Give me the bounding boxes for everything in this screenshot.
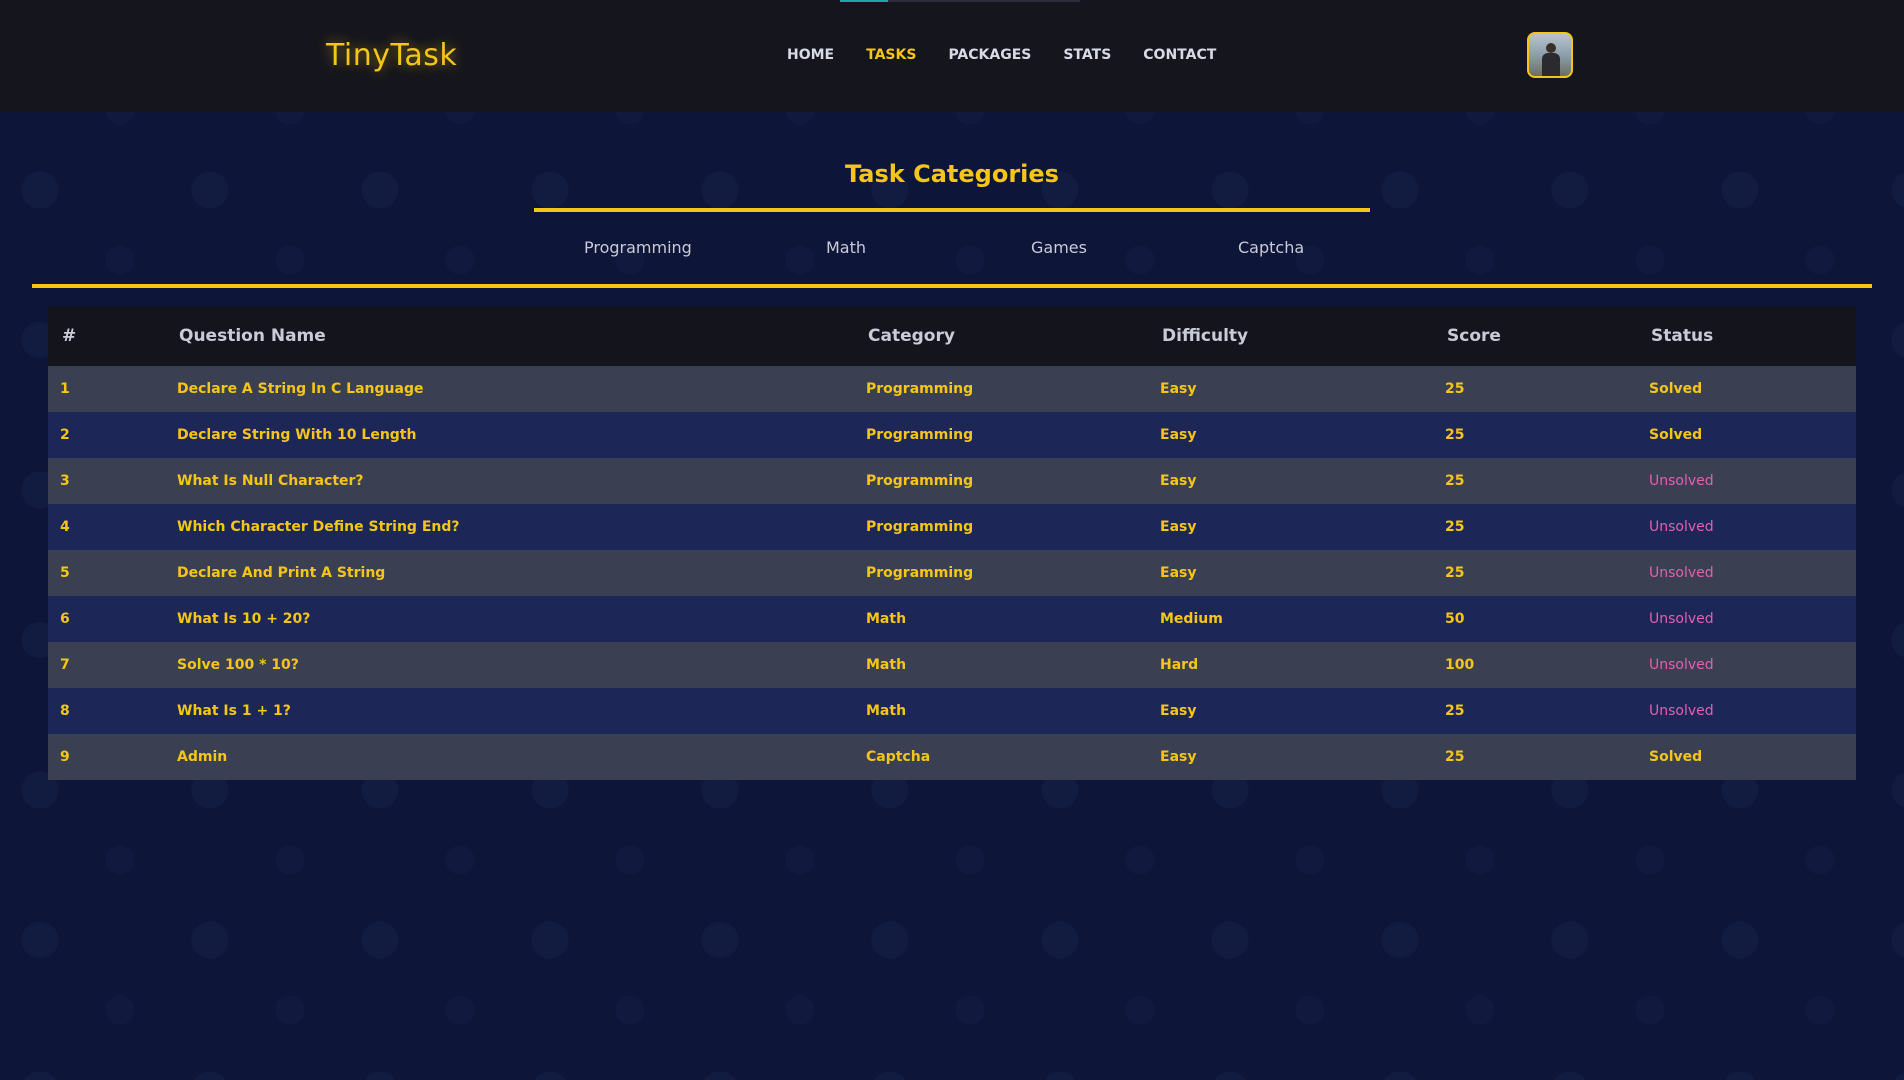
cell-category: Captcha [866,749,931,765]
section-divider [32,284,1872,288]
cell-status: Unsolved [1649,565,1714,581]
nav-contact[interactable]: CONTACT [1143,47,1216,63]
cell-status: Unsolved [1649,473,1714,489]
nav-accent-indicator [840,0,888,2]
tasks-table-wrap: # Question Name Category Difficulty Scor… [48,306,1856,780]
cell-num: 9 [60,749,70,765]
cell-difficulty: Easy [1160,427,1197,443]
category-tabs: Programming Math Games Captcha [534,238,1370,262]
cell-category: Programming [866,519,974,535]
table-header-row: # Question Name Category Difficulty Scor… [48,306,1856,366]
cell-question-name[interactable]: What Is 1 + 1? [165,688,854,734]
cell-num: 3 [60,473,70,489]
cell-difficulty: Easy [1160,565,1197,581]
cell-difficulty: Easy [1160,473,1197,489]
cell-score: 100 [1445,657,1475,673]
cell-num: 4 [60,519,70,535]
cell-score: 25 [1445,381,1465,397]
cell-category: Programming [866,381,974,397]
cell-difficulty: Hard [1160,657,1199,673]
title-underline [534,208,1370,212]
category-tab-games[interactable]: Games [1031,238,1087,257]
cell-difficulty: Medium [1160,611,1223,627]
cell-status: Unsolved [1649,657,1714,673]
cell-score: 25 [1445,519,1465,535]
cell-num: 6 [60,611,70,627]
header-num: # [62,326,77,346]
cell-category: Math [866,657,907,673]
cell-question-name[interactable]: Solve 100 * 10? [165,642,854,688]
cell-score: 25 [1445,703,1465,719]
cell-num: 5 [60,565,70,581]
table-row[interactable]: 9 Admin Captcha Easy 25 Solved [48,734,1856,780]
cell-question-name[interactable]: Which Character Define String End? [165,504,854,550]
table-body: 1 Declare A String In C Language Programmi… [48,366,1856,780]
avatar-body-shape [1542,53,1560,76]
cell-difficulty: Easy [1160,749,1197,765]
cell-question-name[interactable]: What Is Null Character? [165,458,854,504]
cell-category: Programming [866,473,974,489]
cell-score: 50 [1445,611,1465,627]
cell-num: 7 [60,657,70,673]
cell-category: Math [866,611,907,627]
category-tab-programming[interactable]: Programming [584,238,692,257]
cell-category: Math [866,703,907,719]
cell-question-name[interactable]: Declare String With 10 Length [165,412,854,458]
user-avatar[interactable] [1527,32,1573,78]
cell-status: Unsolved [1649,611,1714,627]
cell-category: Programming [866,565,974,581]
category-tab-captcha[interactable]: Captcha [1238,238,1304,257]
cell-status: Unsolved [1649,519,1714,535]
cell-score: 25 [1445,749,1465,765]
tasks-table: # Question Name Category Difficulty Scor… [48,306,1856,780]
cell-question-name[interactable]: What Is 10 + 20? [165,596,854,642]
table-row[interactable]: 8 What Is 1 + 1? Math Easy 25 Unsolved [48,688,1856,734]
cell-question-name[interactable]: Declare And Print A String [165,550,854,596]
cell-question-name[interactable]: Declare A String In C Language [165,366,854,412]
cell-difficulty: Easy [1160,703,1197,719]
cell-question-name[interactable]: Admin [165,734,854,780]
cell-num: 2 [60,427,70,443]
nav-packages[interactable]: PACKAGES [948,47,1031,63]
cell-status: Solved [1649,749,1703,765]
cell-score: 25 [1445,565,1465,581]
section-title: Task Categories [845,160,1059,188]
category-tab-math[interactable]: Math [826,238,866,257]
header-question-name: Question Name [179,326,326,346]
cell-category: Programming [866,427,974,443]
page: TinyTask HOME TASKS PACKAGES STATS CONTA… [0,0,1904,1080]
table-row[interactable]: 2 Declare String With 10 Length Programmin… [48,412,1856,458]
cell-status: Unsolved [1649,703,1714,719]
cell-difficulty: Easy [1160,519,1197,535]
header-score: Score [1447,326,1501,346]
cell-num: 8 [60,703,70,719]
header-category: Category [868,326,955,346]
cell-score: 25 [1445,473,1465,489]
cell-score: 25 [1445,427,1465,443]
cell-num: 1 [60,381,70,397]
logo[interactable]: TinyTask [326,38,457,73]
cell-difficulty: Easy [1160,381,1197,397]
nav-home[interactable]: HOME [787,47,834,63]
header-status: Status [1651,326,1714,346]
nav-tasks[interactable]: TASKS [866,47,916,63]
table-row[interactable]: 1 Declare A String In C Language Programmi… [48,366,1856,412]
table-row[interactable]: 7 Solve 100 * 10? Math Hard 100 Unsolved [48,642,1856,688]
cell-status: Solved [1649,381,1703,397]
nav-links: HOME TASKS PACKAGES STATS CONTACT [787,47,1248,63]
table-row[interactable]: 3 What Is Null Character? Programming Easy 2… [48,458,1856,504]
cell-status: Solved [1649,427,1703,443]
avatar-head-shape [1546,43,1556,53]
navbar: TinyTask HOME TASKS PACKAGES STATS CONTA… [0,0,1904,112]
table-row[interactable]: 6 What Is 10 + 20? Math Medium 50 Unsolved [48,596,1856,642]
table-row[interactable]: 4 Which Character Define String End? Progr… [48,504,1856,550]
header-difficulty: Difficulty [1162,326,1249,346]
nav-stats[interactable]: STATS [1063,47,1111,63]
table-row[interactable]: 5 Declare And Print A String Programming Ea… [48,550,1856,596]
